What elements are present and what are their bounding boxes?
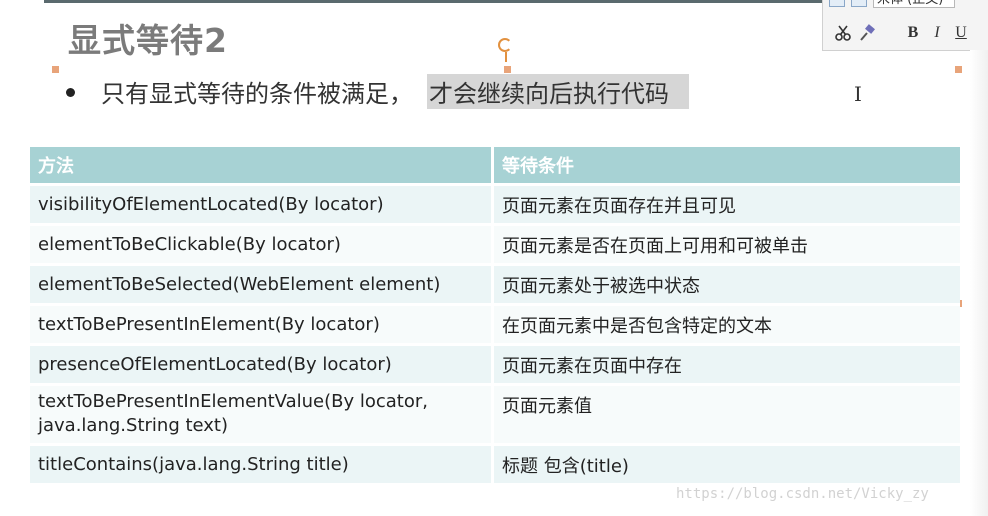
condition-cell[interactable]: 页面元素是否在页面上可用和可被单击: [494, 223, 960, 263]
bullet-item[interactable]: 只有显式等待的条件被满足， 才会继续向后执行代码: [66, 73, 689, 109]
method-cell[interactable]: elementToBeClickable(By locator): [30, 223, 494, 263]
method-cell[interactable]: visibilityOfElementLocated(By locator): [30, 183, 494, 223]
condition-cell[interactable]: 页面元素值: [494, 383, 960, 443]
table-row[interactable]: elementToBeClickable(By locator) 页面元素是否在…: [30, 223, 960, 263]
text-cursor-icon: I: [854, 82, 862, 106]
header-method: 方法: [30, 147, 494, 183]
table-row[interactable]: titleContains(java.lang.String title) 标题…: [30, 443, 960, 483]
watermark-text: https://blog.csdn.net/Vicky_zy: [676, 486, 929, 502]
table-row[interactable]: elementToBeSelected(WebElement element) …: [30, 263, 960, 303]
selected-text[interactable]: 才会继续向后执行代码: [427, 73, 689, 109]
slide-title[interactable]: 显式等待2: [68, 14, 228, 62]
resize-handle-top-right[interactable]: [955, 66, 962, 73]
method-cell[interactable]: titleContains(java.lang.String title): [30, 443, 494, 483]
table-body: visibilityOfElementLocated(By locator) 页…: [30, 183, 960, 483]
table-row[interactable]: textToBePresentInElement(By locator) 在页面…: [30, 303, 960, 343]
bullet-text[interactable]: 只有显式等待的条件被满足，: [101, 74, 413, 109]
condition-cell[interactable]: 在页面元素中是否包含特定的文本: [494, 303, 960, 343]
resize-handle-top-center[interactable]: [504, 66, 511, 73]
format-icon[interactable]: [851, 0, 867, 7]
table-row[interactable]: visibilityOfElementLocated(By locator) 页…: [30, 183, 960, 223]
condition-cell[interactable]: 页面元素在页面存在并且可见: [494, 183, 960, 223]
method-cell[interactable]: elementToBeSelected(WebElement element): [30, 263, 494, 303]
condition-cell[interactable]: 页面元素处于被选中状态: [494, 263, 960, 303]
table-row[interactable]: textToBePresentInElementValue(By locator…: [30, 383, 960, 443]
method-cell-line-2: java.lang.String text): [38, 415, 229, 436]
slide-canvas: 显式等待2 只有显式等待的条件被满足， 才会继续向后执行代码 I 宋体 (正文): [0, 0, 988, 516]
table-header-row: 方法 等待条件: [30, 147, 960, 183]
method-cell-line-1: textToBePresentInElementValue(By locator…: [38, 391, 428, 412]
format-painter-icon[interactable]: [855, 22, 879, 44]
bold-button[interactable]: B: [901, 22, 925, 44]
method-cell[interactable]: textToBePresentInElement(By locator): [30, 303, 494, 343]
wait-conditions-table[interactable]: 方法 等待条件 visibilityOfElementLocated(By lo…: [30, 147, 960, 483]
mini-format-toolbar: 宋体 (正文) B I U: [822, 0, 988, 51]
method-cell[interactable]: presenceOfElementLocated(By locator): [30, 343, 494, 383]
slide-edge-shadow: [970, 50, 988, 516]
rotate-handle-stem: [505, 52, 507, 62]
rotate-handle[interactable]: [498, 38, 512, 52]
condition-cell[interactable]: 标题 包含(title): [494, 443, 960, 483]
condition-cell[interactable]: 页面元素在页面中存在: [494, 343, 960, 383]
font-name-select[interactable]: 宋体 (正文): [873, 0, 955, 8]
resize-handle-top-left[interactable]: [52, 66, 59, 73]
bullet-icon: [66, 87, 75, 97]
paste-icon[interactable]: [829, 0, 845, 7]
table-row[interactable]: presenceOfElementLocated(By locator) 页面元…: [30, 343, 960, 383]
method-cell[interactable]: textToBePresentInElementValue(By locator…: [30, 383, 494, 443]
top-divider: [44, 0, 824, 3]
italic-button[interactable]: I: [925, 22, 949, 44]
underline-button[interactable]: U: [949, 22, 973, 44]
header-condition: 等待条件: [502, 156, 574, 177]
scissors-icon[interactable]: [831, 22, 855, 44]
